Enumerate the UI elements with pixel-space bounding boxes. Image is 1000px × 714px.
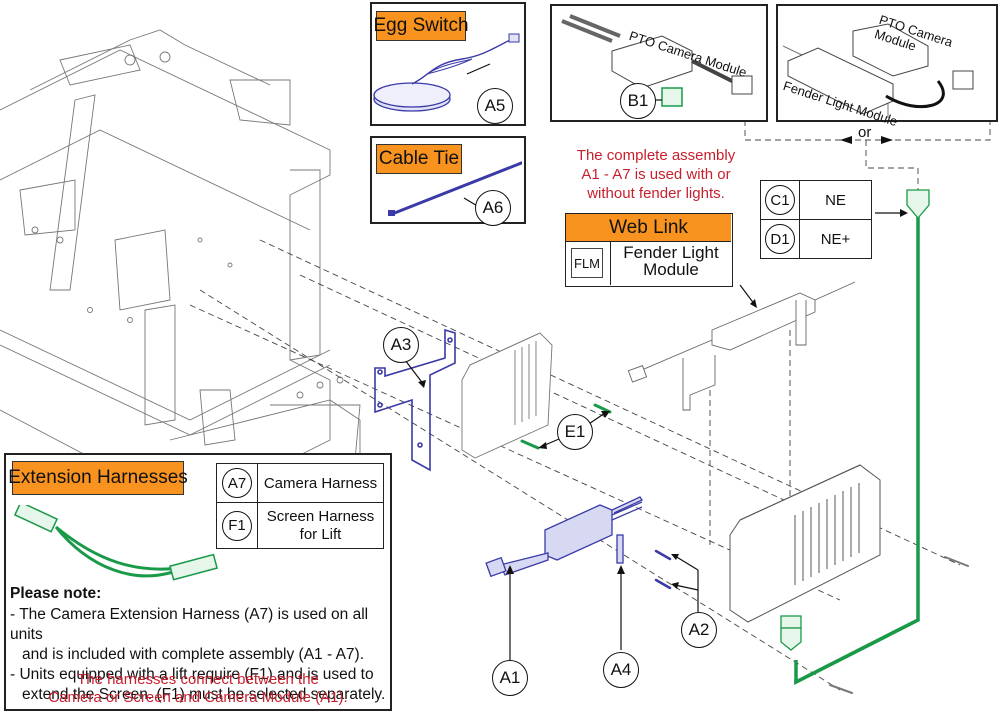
flm-label-line: Fender Light [623,243,719,262]
callout-b1[interactable]: B1 [620,83,656,119]
callout-a1[interactable]: A1 [492,660,528,696]
rear-screws [829,556,969,694]
harness-table: A7 Camera Harness F1 Screen Harness for … [216,463,384,549]
note-line: and is included with complete assembly (… [22,646,365,663]
harness-cable-icon [13,505,218,581]
variant-label: NE [799,180,872,220]
note-heading: Please note: [10,585,102,602]
footer-line: Camera or Screen and Camera Module (A1). [48,689,348,706]
extension-harnesses-panel: Extension Harnesses A7 Camera Harness F1… [4,453,392,711]
table-row: D1 NE+ [760,219,872,259]
assembly-note-line: The complete assembly [576,147,736,164]
plate-a4 [616,534,624,564]
callout-a3[interactable]: A3 [383,327,419,363]
table-row: A7 Camera Harness [216,463,384,503]
table-row: F1 Screen Harness for Lift [216,502,384,549]
harness-label-line: Screen Harness [266,507,375,525]
assembly-note: The complete assembly A1 - A7 is used wi… [560,146,752,203]
harness-label: Screen Harness for Lift [257,502,384,549]
variants-table: C1 NE D1 NE+ [760,180,872,259]
egg-switch-panel: Egg Switch A5 [370,2,526,126]
note-line: - The Camera Extension Harness (A7) is u… [10,606,369,643]
pto-camera-module-panel: PTO Camera Module B1 [550,4,768,122]
display-cover [729,464,881,623]
callout-a2[interactable]: A2 [681,612,717,648]
flm-code: FLM [571,248,603,278]
harness-label-line: Camera Harness [263,474,378,492]
callout-a4[interactable]: A4 [603,652,639,688]
assembly-note-line: A1 - A7 is used with or [581,166,731,183]
extension-harnesses-label: Extension Harnesses [8,461,188,495]
fender-light-module [627,281,856,411]
green-harness-cable [794,215,920,685]
callout-c1[interactable]: C1 [765,185,795,215]
or-label: or [858,124,872,141]
pto-with-fender-light-panel: PTO Camera Module Fender Light Module [776,4,998,129]
cable-tie-panel: Cable Tie A6 [370,136,526,226]
chair-base-frame [0,29,361,521]
callout-a6[interactable]: A6 [475,190,511,226]
flm-label-line: Module [643,260,699,279]
camera-module-cover [461,332,553,459]
callout-e1[interactable]: E1 [557,414,593,450]
callout-a5[interactable]: A5 [477,88,513,124]
table-row: C1 NE [760,180,872,220]
callout-d1[interactable]: D1 [765,224,795,254]
harness-label: Camera Harness [257,463,384,503]
footer-line: The harnesses connect between the [77,671,319,688]
web-link-panel[interactable]: Web Link FLM Fender Light Module [565,213,733,287]
harness-label-line: for Lift [299,525,342,543]
assembly-note-line: without fender lights. [587,185,725,202]
harness-footer-note: The harnesses connect between the Camera… [6,671,390,707]
variant-label: NE+ [799,219,872,259]
web-link-header[interactable]: Web Link [566,214,731,242]
callout-a7[interactable]: A7 [222,468,252,498]
flm-label: Fender Light Module [612,244,730,278]
callout-f1[interactable]: F1 [222,510,252,541]
flm-code-box: FLM [566,242,611,285]
